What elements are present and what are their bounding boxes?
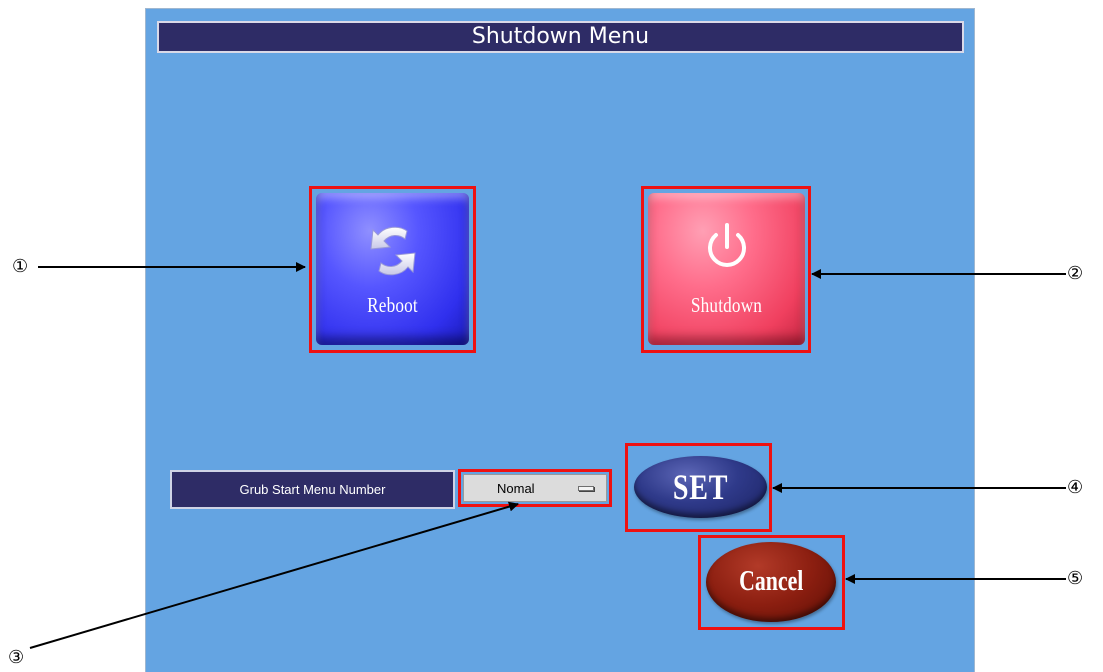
screenshot-stage: Shutdown Menu Reboot Shutdown Grub Start… xyxy=(0,0,1103,672)
callout-number-5: ⑤ xyxy=(1067,568,1084,589)
callout-number-1: ① xyxy=(12,256,29,277)
callout-arrow-3 xyxy=(29,501,519,649)
callout-number-3: ③ xyxy=(8,647,25,668)
callout-arrows xyxy=(29,262,1066,649)
callout-number-4: ④ xyxy=(1067,477,1084,498)
callout-number-2: ② xyxy=(1067,263,1084,284)
